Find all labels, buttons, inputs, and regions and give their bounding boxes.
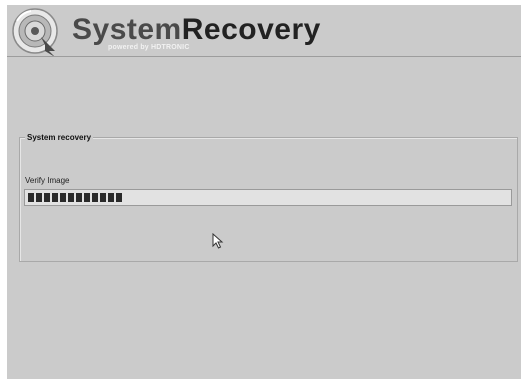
mouse-pointer-icon [212,233,224,249]
progress-block [116,193,122,202]
status-label: Verify Image [25,176,70,185]
app-tagline: powered by HDTRONIC [108,44,190,51]
group-title: System recovery [25,132,94,143]
progress-block [92,193,98,202]
app-title-system: System [72,13,182,46]
progress-block [84,193,90,202]
progress-block [36,193,42,202]
header-divider [7,56,521,57]
progress-block [52,193,58,202]
progress-block [100,193,106,202]
progress-block [44,193,50,202]
system-recovery-group: System recovery Verify Image [19,132,518,262]
progress-block [108,193,114,202]
progress-block [28,193,34,202]
verify-progress-bar [24,189,512,206]
progress-block [68,193,74,202]
progress-block [60,193,66,202]
recovery-disc-arrow-icon [12,8,58,57]
app-title-recovery: Recovery [181,13,321,46]
app-header: SystemRecovery powered by HDTRONIC [7,5,521,57]
progress-block [76,193,82,202]
system-recovery-screen: SystemRecovery powered by HDTRONIC Syste… [7,5,521,379]
progress-fill [28,193,122,202]
